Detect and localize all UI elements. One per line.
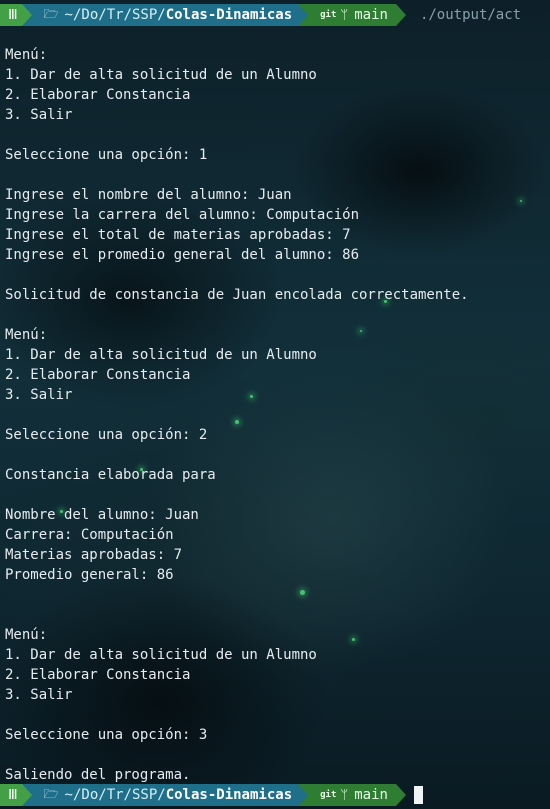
- segment-separator: [395, 4, 406, 26]
- output-line: Saliendo del programa.: [5, 767, 191, 783]
- output-line: Menú:: [5, 627, 48, 643]
- output-line: Solicitud de constancia de Juan encolada…: [5, 287, 469, 303]
- branch-icon: ᛘ: [340, 787, 349, 803]
- terminal-output: Menú: 1. Dar de alta solicitud de un Alum…: [5, 45, 550, 785]
- path-segment: 🗁 ~/Do/Tr/SSP/Colas-Dinamicas: [31, 784, 299, 806]
- output-line: Seleccione una opción: 3: [5, 727, 208, 743]
- output-line: Constancia elaborada para: [5, 467, 216, 483]
- output-line: Ingrese el total de materias aprobadas: …: [5, 227, 351, 243]
- path-segment: 🗁 ~/Do/Tr/SSP/Colas-Dinamicas: [31, 4, 299, 26]
- prompt-bar-bottom[interactable]: Ⅲ 🗁 ~/Do/Tr/SSP/Colas-Dinamicas git ᛘ ma…: [0, 784, 423, 806]
- git-segment: git ᛘ main: [308, 4, 396, 26]
- folder-icon: 🗁: [43, 6, 59, 21]
- output-line: 2. Elaborar Constancia: [5, 667, 191, 683]
- git-icon: git: [320, 10, 337, 20]
- input-cursor[interactable]: [413, 786, 423, 804]
- path-current: Colas-Dinamicas: [165, 7, 293, 23]
- output-line: Carrera: Computación: [5, 527, 174, 543]
- output-line: 1. Dar de alta solicitud de un Alumno: [5, 347, 317, 363]
- output-line: 2. Elaborar Constancia: [5, 367, 191, 383]
- os-icon: Ⅲ: [8, 7, 18, 23]
- output-line: Promedio general: 86: [5, 567, 174, 583]
- output-line: 2. Elaborar Constancia: [5, 87, 191, 103]
- command-text: ./output/act: [419, 7, 522, 23]
- os-icon: Ⅲ: [8, 787, 18, 803]
- output-line: Seleccione una opción: 1: [5, 147, 208, 163]
- output-line: Menú:: [5, 327, 48, 343]
- segment-separator: [298, 4, 309, 26]
- os-segment: Ⅲ: [0, 784, 22, 806]
- output-line: Menú:: [5, 47, 48, 63]
- segment-separator: [298, 784, 309, 806]
- path-prefix: ~/Do/Tr/SSP/: [64, 787, 166, 803]
- segment-separator: [21, 4, 32, 26]
- branch-name: main: [354, 787, 388, 803]
- output-line: Seleccione una opción: 2: [5, 427, 208, 443]
- output-line: Ingrese la carrera del alumno: Computaci…: [5, 207, 360, 223]
- output-line: 3. Salir: [5, 387, 73, 403]
- output-line: Nombre del alumno: Juan: [5, 507, 199, 523]
- folder-icon: 🗁: [43, 786, 59, 801]
- branch-icon: ᛘ: [340, 7, 349, 23]
- path-prefix: ~/Do/Tr/SSP/: [64, 7, 166, 23]
- output-line: Materias aprobadas: 7: [5, 547, 183, 563]
- output-line: 3. Salir: [5, 687, 73, 703]
- git-segment: git ᛘ main: [308, 784, 396, 806]
- output-line: Ingrese el promedio general del alumno: …: [5, 247, 360, 263]
- path-current: Colas-Dinamicas: [165, 787, 293, 803]
- output-line: 3. Salir: [5, 107, 73, 123]
- output-line: Ingrese el nombre del alumno: Juan: [5, 187, 292, 203]
- git-icon: git: [320, 790, 337, 800]
- segment-separator: [395, 784, 406, 806]
- os-segment: Ⅲ: [0, 4, 22, 26]
- segment-separator: [21, 784, 32, 806]
- prompt-bar-top: Ⅲ 🗁 ~/Do/Tr/SSP/Colas-Dinamicas git ᛘ ma…: [0, 4, 521, 26]
- branch-name: main: [354, 7, 388, 23]
- output-line: 1. Dar de alta solicitud de un Alumno: [5, 647, 317, 663]
- output-line: 1. Dar de alta solicitud de un Alumno: [5, 67, 317, 83]
